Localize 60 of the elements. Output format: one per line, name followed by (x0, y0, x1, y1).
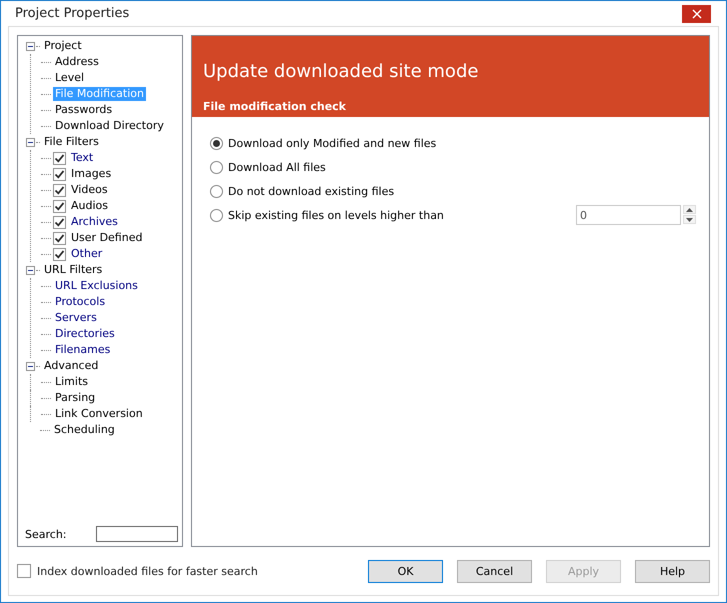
tree-item[interactable]: Level (53, 71, 86, 85)
spin-up-button[interactable] (683, 205, 696, 214)
tree-item[interactable]: Download Directory (53, 119, 166, 133)
tree-item[interactable]: Passwords (53, 103, 114, 117)
collapse-icon[interactable] (26, 42, 35, 50)
option-label[interactable]: Download only Modified and new files (228, 136, 436, 150)
radio-button[interactable] (210, 160, 223, 174)
tree-item[interactable]: Audios (69, 199, 110, 213)
tree-item[interactable]: File Filters (42, 135, 101, 149)
checkbox[interactable] (53, 248, 66, 260)
tree-item[interactable]: Advanced (42, 359, 100, 373)
tree-item[interactable]: Project (42, 39, 84, 53)
collapse-icon[interactable] (26, 362, 35, 370)
tree-item[interactable]: Videos (69, 183, 110, 197)
tree-item[interactable]: Link Conversion (53, 407, 145, 421)
panel-heading: Update downloaded site mode (203, 61, 480, 82)
search-field[interactable] (96, 526, 178, 542)
tree-item[interactable]: Images (69, 167, 114, 181)
checkbox[interactable] (53, 232, 66, 244)
close-icon (692, 8, 702, 18)
spin-down-button[interactable] (683, 215, 696, 224)
option-label[interactable]: Download All files (228, 160, 326, 174)
checkbox[interactable] (53, 200, 66, 212)
tree-item[interactable]: Protocols (53, 295, 108, 309)
panel-subheading: File modification check (203, 100, 347, 113)
dialog-button[interactable]: Help (635, 560, 710, 582)
checkbox[interactable] (53, 168, 66, 180)
number-field[interactable]: 0 (576, 205, 681, 225)
tree-item[interactable]: Address (53, 55, 101, 69)
tree-item[interactable]: Servers (53, 311, 99, 325)
down-arrow-icon (686, 218, 693, 222)
tree-item[interactable]: User Defined (69, 231, 144, 245)
tree-item[interactable]: Limits (53, 375, 90, 389)
tree-item[interactable]: URL Exclusions (53, 279, 140, 293)
window-title: Project Properties (15, 6, 130, 21)
up-arrow-icon (686, 208, 693, 212)
tree-item[interactable]: Text (69, 151, 96, 165)
tree-item[interactable]: Other (69, 247, 104, 261)
checkbox[interactable] (53, 184, 66, 196)
option-label[interactable]: Do not download existing files (228, 184, 394, 198)
tree-item[interactable]: Filenames (53, 343, 112, 357)
search-label: Search: (25, 528, 66, 540)
tree-item[interactable]: Scheduling (52, 423, 117, 437)
tree-item[interactable]: Archives (69, 215, 120, 229)
checkbox-label[interactable]: Index downloaded files for faster search (37, 564, 258, 578)
close-button[interactable] (682, 4, 711, 22)
radio-button[interactable] (210, 136, 223, 150)
checkbox[interactable] (17, 564, 31, 578)
radio-button[interactable] (210, 208, 223, 222)
checkbox[interactable] (53, 216, 66, 228)
collapse-icon[interactable] (26, 266, 35, 274)
option-label[interactable]: Skip existing files on levels higher than (228, 208, 444, 222)
checkbox[interactable] (53, 152, 66, 164)
collapse-icon[interactable] (26, 138, 35, 146)
dialog-button[interactable]: OK (368, 560, 443, 582)
dialog-button[interactable]: Cancel (457, 560, 532, 582)
tree-item[interactable]: Parsing (53, 391, 98, 405)
tree-item[interactable]: Directories (53, 327, 117, 341)
tree-item[interactable]: URL Filters (42, 263, 104, 277)
radio-button[interactable] (210, 184, 223, 198)
